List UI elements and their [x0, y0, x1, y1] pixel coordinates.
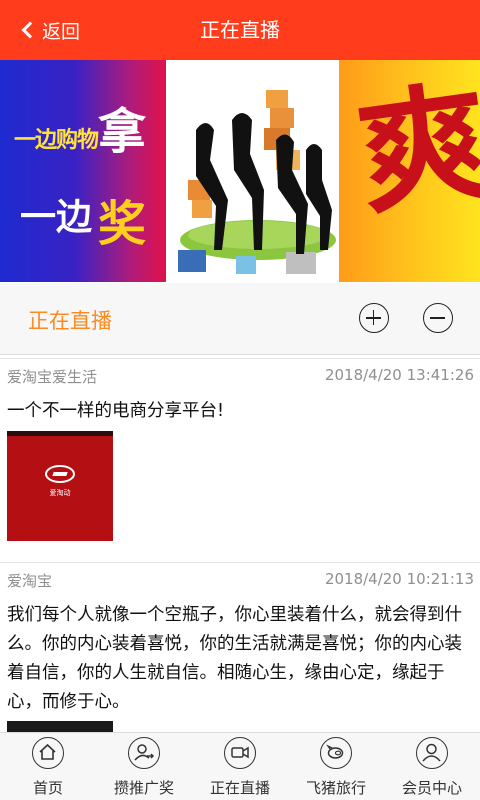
thumb-caption: 爱淘动	[49, 489, 71, 497]
banner-panel-shuang: 爽	[339, 60, 480, 282]
banner-text-big2: 奖	[98, 196, 147, 252]
post-author: 爱淘宝	[7, 572, 53, 590]
nav-item-member[interactable]: 会员中心	[384, 733, 480, 800]
user-share-icon	[128, 737, 160, 769]
banner-text-big1: 拿	[98, 104, 147, 160]
zoom-in-button[interactable]	[359, 303, 389, 333]
section-title: 正在直播	[28, 309, 112, 333]
app-logo-icon	[45, 465, 75, 483]
nav-label: 飞猪旅行	[305, 779, 366, 797]
minus-icon	[430, 317, 445, 319]
post-time: 2018/4/20 13:41:26	[324, 366, 474, 384]
video-camera-icon	[224, 737, 256, 769]
post-content: 我们每个人就像一个空瓶子，你心里装着什么，就会得到什么。你的内心装着喜悦，你的生…	[7, 605, 462, 712]
nav-item-home[interactable]: 首页	[0, 733, 96, 800]
back-label: 返回	[42, 20, 81, 43]
nav-item-travel[interactable]: 飞猪旅行	[288, 733, 384, 800]
nav-label: 攒推广奖	[113, 779, 174, 797]
banner-text-shuang: 爽	[348, 63, 480, 234]
banner-text-line2: 一边	[20, 197, 93, 238]
list-item[interactable]: 爱淘宝 2018/4/20 10:21:13 我们每个人就像一个空瓶子，你心里装…	[0, 562, 480, 733]
user-icon	[416, 737, 448, 769]
banner-panel-shoppers	[166, 60, 339, 282]
promo-banner[interactable]: 一边购物 一边 拿 奖 爽	[0, 60, 480, 282]
nav-label: 首页	[32, 779, 63, 797]
plus-icon-vertical	[372, 310, 375, 325]
nav-label: 会员中心	[401, 779, 462, 797]
home-icon	[32, 737, 64, 769]
zoom-out-button[interactable]	[423, 303, 453, 333]
banner-panel-shopping: 一边购物 一边 拿 奖	[0, 60, 166, 282]
banner-text-line1: 一边购物	[14, 128, 99, 153]
section-header: 正在直播	[0, 283, 480, 355]
back-button[interactable]: 返回	[18, 0, 80, 60]
nav-label: 正在直播	[209, 779, 270, 797]
status-bar-strip	[7, 431, 113, 436]
list-item[interactable]: 爱淘宝爱生活 2018/4/20 13:41:26 一个不一样的电商分享平台! …	[0, 358, 480, 560]
pig-icon	[320, 737, 352, 769]
post-image[interactable]: 爱淘动	[7, 431, 113, 541]
post-author: 爱淘宝爱生活	[7, 368, 98, 386]
bottom-nav: 首页 攒推广奖 正在直播 飞猪旅行 会员中心	[0, 732, 480, 800]
app-header: 返回 正在直播	[0, 0, 480, 60]
post-time: 2018/4/20 10:21:13	[324, 570, 474, 588]
shoppers-illustration	[178, 90, 336, 274]
post-content: 一个不一样的电商分享平台!	[7, 401, 225, 421]
chevron-left-icon	[21, 21, 39, 39]
nav-item-promote[interactable]: 攒推广奖	[96, 733, 192, 800]
nav-item-live[interactable]: 正在直播	[192, 733, 288, 800]
